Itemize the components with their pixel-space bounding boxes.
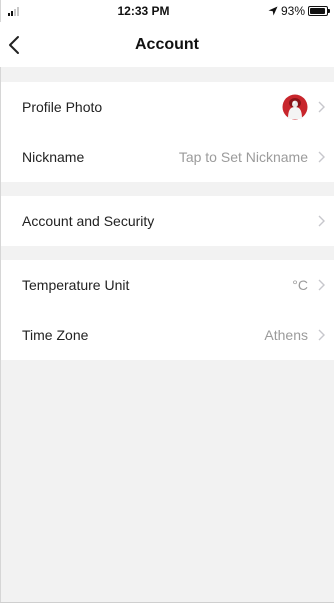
window-edge	[0, 0, 1, 603]
cellular-signal-icon	[8, 6, 19, 16]
nickname-row[interactable]: Nickname Tap to Set Nickname	[0, 132, 334, 182]
time-zone-row[interactable]: Time Zone Athens	[0, 310, 334, 360]
status-time: 12:33 PM	[117, 4, 170, 18]
temperature-unit-value: °C	[292, 277, 308, 293]
account-security-row[interactable]: Account and Security	[0, 196, 334, 246]
avatar	[282, 94, 308, 120]
time-zone-label: Time Zone	[22, 327, 89, 343]
time-zone-value: Athens	[264, 327, 308, 343]
location-arrow-icon	[268, 6, 278, 16]
profile-photo-row[interactable]: Profile Photo	[0, 82, 334, 132]
battery-icon	[308, 6, 330, 16]
temperature-unit-row[interactable]: Temperature Unit °C	[0, 260, 334, 310]
chevron-right-icon	[316, 215, 326, 227]
chevron-left-icon	[9, 35, 19, 54]
battery-percent: 93%	[280, 4, 305, 18]
chevron-right-icon	[316, 101, 326, 113]
chevron-right-icon	[316, 151, 326, 163]
account-security-label: Account and Security	[22, 213, 155, 229]
security-section: Account and Security	[0, 196, 334, 246]
nickname-value: Tap to Set Nickname	[178, 149, 308, 165]
navigation-bar: Account	[0, 22, 334, 67]
status-bar: 12:33 PM 93%	[0, 0, 334, 22]
temperature-unit-label: Temperature Unit	[22, 277, 130, 293]
battery-fill	[310, 8, 325, 14]
preferences-section: Temperature Unit °C Time Zone Athens	[0, 260, 334, 360]
back-button[interactable]	[8, 22, 38, 67]
chevron-right-icon	[316, 279, 326, 291]
nickname-label: Nickname	[22, 149, 85, 165]
profile-section: Profile Photo Nickname Tap to Set Nickna…	[0, 82, 334, 182]
page-title: Account	[135, 35, 199, 53]
chevron-right-icon	[316, 329, 326, 341]
profile-photo-label: Profile Photo	[22, 99, 103, 115]
status-right: 93%	[268, 4, 330, 18]
